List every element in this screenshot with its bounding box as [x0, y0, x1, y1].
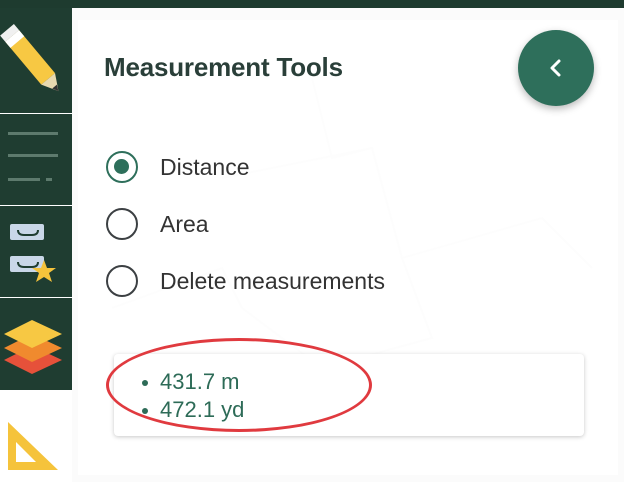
tool-sidebar [0, 8, 72, 390]
layers-tool[interactable] [0, 298, 72, 390]
delete-measurements-radio[interactable] [106, 265, 138, 297]
legend-list-icon [8, 132, 58, 181]
option-area[interactable]: Area [106, 206, 209, 242]
measurement-results: 431.7 m 472.1 yd [114, 354, 584, 436]
area-radio[interactable] [106, 208, 138, 240]
pencil-icon [0, 24, 59, 92]
collapse-panel-button[interactable] [518, 30, 594, 106]
results-list: 431.7 m 472.1 yd [141, 368, 245, 424]
draw-tool[interactable] [0, 8, 72, 114]
delete-measurements-label: Delete measurements [160, 267, 385, 294]
result-yards: 472.1 yd [141, 397, 245, 422]
panel-title: Measurement Tools [104, 52, 343, 82]
ruler-triangle-icon [8, 422, 58, 470]
measure-tool[interactable] [0, 392, 72, 482]
layers-icon [4, 320, 62, 374]
distance-radio[interactable] [106, 151, 138, 183]
result-meters: 431.7 m [141, 368, 244, 396]
distance-label: Distance [160, 153, 250, 180]
chevron-left-icon [550, 59, 561, 77]
top-bar [0, 0, 624, 8]
legend-tool[interactable] [0, 114, 72, 206]
option-delete-measurements[interactable]: Delete measurements [106, 263, 385, 299]
bookmarks-tool[interactable] [0, 206, 72, 298]
option-distance[interactable]: Distance [106, 149, 249, 185]
area-label: Area [160, 210, 209, 237]
bookmarks-star-icon [10, 224, 56, 282]
